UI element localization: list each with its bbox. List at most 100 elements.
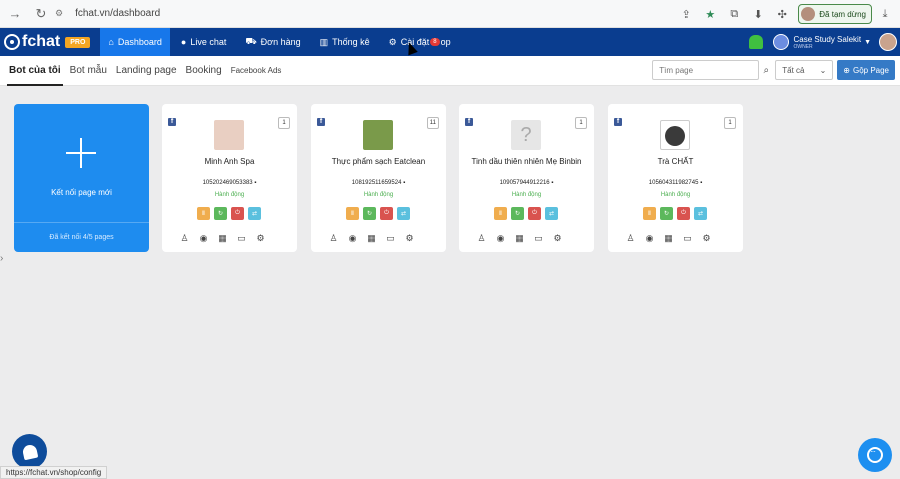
pause-button[interactable]: Ⅱ xyxy=(197,207,210,220)
nav-dashboard[interactable]: ⌂ Dashboard xyxy=(100,28,170,56)
reload-icon[interactable]: ↻ xyxy=(31,4,51,24)
pause-button[interactable]: Ⅱ xyxy=(643,207,656,220)
search-icon[interactable]: ⌕ xyxy=(759,60,773,80)
refresh-button[interactable]: ↻ xyxy=(214,207,227,220)
profile-avatar xyxy=(801,7,816,21)
refresh-button[interactable]: ↻ xyxy=(660,207,673,220)
collapse-arrow-icon[interactable]: › xyxy=(0,253,3,264)
power-button[interactable]: ⏻ xyxy=(677,207,690,220)
merge-page-label: Gộp Page xyxy=(852,65,889,75)
pro-badge: PRO xyxy=(65,36,91,48)
page-card[interactable]: f 1 Minh Anh Spa 105202469053383 ▪ Hành … xyxy=(162,104,297,252)
transfer-button[interactable]: ⇄ xyxy=(397,207,410,220)
page-id: 109057944912216 ▪ xyxy=(499,180,554,186)
site-info-icon[interactable]: ⚙ xyxy=(55,8,63,19)
logo-text: fchat xyxy=(22,33,61,50)
nav-live-chat[interactable]: ● Live chat xyxy=(173,28,234,56)
chevron-down-icon: ⌄ xyxy=(819,65,827,75)
merge-page-button[interactable]: ⊕ Gộp Page xyxy=(837,60,895,80)
filter-select[interactable]: Tất cả ⌄ xyxy=(775,60,834,80)
user-icon[interactable]: ♙ xyxy=(179,233,190,244)
page-id: 108192511659524 ▪ xyxy=(351,180,406,186)
power-button[interactable]: ⏻ xyxy=(528,207,541,220)
notification-fab[interactable] xyxy=(12,434,47,469)
share-icon[interactable]: ⇪ xyxy=(675,3,697,25)
connected-pages-count: Đã kết nối 4/5 pages xyxy=(14,222,149,252)
connect-new-page-card[interactable]: Kết nối page mới Đã kết nối 4/5 pages xyxy=(14,104,149,252)
nav-live-chat-label: Live chat xyxy=(190,37,227,47)
downloads-icon[interactable]: ⤓ xyxy=(874,3,896,25)
paused-label: Đã tạm dừng xyxy=(819,9,866,19)
nav-stats-label: Thống kê xyxy=(332,37,370,47)
user-photo-avatar[interactable] xyxy=(879,33,897,51)
star-icon[interactable]: ★ xyxy=(699,3,721,25)
account-role: OWNER xyxy=(793,43,813,50)
browser-icon[interactable]: ▭ xyxy=(682,233,693,244)
transfer-button[interactable]: ⇄ xyxy=(545,207,558,220)
chat-fab[interactable] xyxy=(858,438,892,472)
page-count-badge: 11 xyxy=(426,117,439,129)
messenger-icon[interactable]: ◉ xyxy=(347,233,358,244)
tab-facebook-ads[interactable]: Facebook Ads xyxy=(231,60,282,81)
messenger-icon[interactable]: ◉ xyxy=(644,233,655,244)
address-bar[interactable]: fchat.vn/dashboard xyxy=(75,8,160,19)
page-card[interactable]: f 1 ? Tinh dầu thiên nhiên Mẹ Binbin 109… xyxy=(459,104,594,252)
page-card[interactable]: f 11 Thực phẩm sạch Eatclean 10819251165… xyxy=(311,104,446,252)
gear-icon[interactable]: ⚙ xyxy=(404,233,415,244)
qr-icon[interactable]: ▦ xyxy=(366,233,377,244)
user-icon[interactable]: ♙ xyxy=(476,233,487,244)
back-icon[interactable]: → xyxy=(5,4,25,24)
page-status: Hành động xyxy=(363,192,394,198)
messenger-icon[interactable]: ◉ xyxy=(198,233,209,244)
page-card[interactable]: f 1 Trà CHẤT 105604311982745 ▪ Hành động… xyxy=(608,104,743,252)
qr-icon[interactable]: ▦ xyxy=(514,233,525,244)
power-button[interactable]: ⏻ xyxy=(380,207,393,220)
gear-icon[interactable]: ⚙ xyxy=(552,233,563,244)
profile-paused-button[interactable]: Đã tạm dừng xyxy=(798,4,872,24)
sub-navbar: Bot của tôi Bot mẫu Landing page Booking… xyxy=(0,56,900,86)
page-count-badge: 1 xyxy=(724,117,736,129)
qr-icon[interactable]: ▦ xyxy=(663,233,674,244)
power-button[interactable]: ⏻ xyxy=(231,207,244,220)
account-avatar[interactable] xyxy=(773,34,790,50)
tab-landing-page[interactable]: Landing page xyxy=(116,59,177,82)
download-box-icon[interactable]: ⬇ xyxy=(747,3,769,25)
page-avatar xyxy=(660,120,690,150)
page-name: Tinh dầu thiên nhiên Mẹ Binbin xyxy=(471,157,582,166)
tab-my-bots[interactable]: Bot của tôi xyxy=(7,59,63,86)
nav-dashboard-label: Dashboard xyxy=(117,37,162,47)
search-page-input[interactable] xyxy=(652,60,760,80)
pause-button[interactable]: Ⅱ xyxy=(346,207,359,220)
notification-bell-icon[interactable] xyxy=(749,35,764,49)
user-icon[interactable]: ♙ xyxy=(625,233,636,244)
browser-icon[interactable]: ▭ xyxy=(236,233,247,244)
logo-icon xyxy=(4,34,20,50)
extensions-icon[interactable]: ✣ xyxy=(771,3,793,25)
transfer-button[interactable]: ⇄ xyxy=(248,207,261,220)
plus-icon xyxy=(66,138,96,168)
tab-booking[interactable]: Booking xyxy=(186,59,222,82)
browser-icon[interactable]: ▭ xyxy=(385,233,396,244)
gear-icon[interactable]: ⚙ xyxy=(255,233,266,244)
browser-icon[interactable]: ▭ xyxy=(533,233,544,244)
page-count-badge: 1 xyxy=(575,117,587,129)
nav-orders[interactable]: ⛟ Đơn hàng xyxy=(237,28,308,56)
tab-bot-templates[interactable]: Bot mẫu xyxy=(70,59,107,82)
gear-icon[interactable]: ⚙ xyxy=(701,233,712,244)
refresh-button[interactable]: ↻ xyxy=(363,207,376,220)
account-caret-icon[interactable]: ▼ xyxy=(864,39,871,46)
refresh-button[interactable]: ↻ xyxy=(511,207,524,220)
account-name: Case Study Salekit xyxy=(793,34,862,44)
transfer-button[interactable]: ⇄ xyxy=(694,207,707,220)
nav-stats[interactable]: ▥ Thống kê xyxy=(312,28,378,56)
account-info[interactable]: Case Study Salekit OWNER xyxy=(793,35,861,50)
messenger-icon[interactable]: ◉ xyxy=(495,233,506,244)
fchat-logo[interactable]: fchat xyxy=(4,33,60,51)
nav-settings[interactable]: ⚙ Cài đặt 8 op xyxy=(381,28,459,56)
qr-icon[interactable]: ▦ xyxy=(217,233,228,244)
translate-icon[interactable]: ⧉ xyxy=(723,3,745,25)
pause-button[interactable]: Ⅱ xyxy=(494,207,507,220)
user-icon[interactable]: ♙ xyxy=(328,233,339,244)
chat-bubble-icon xyxy=(867,447,883,463)
page-status: Hành động xyxy=(511,192,542,198)
